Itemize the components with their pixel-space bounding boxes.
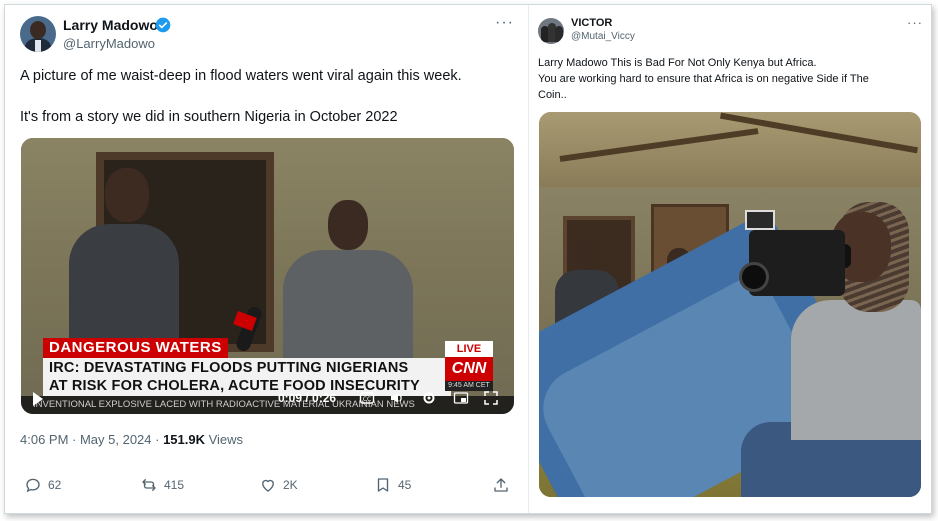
tweet-timestamp[interactable]: 4:06 PM · May 5, 2024 · xyxy=(20,432,163,447)
news-ticker: INVENTIONAL EXPLOSIVE LACED WITH RADIOAC… xyxy=(21,396,514,414)
tweet-text-line-1: A picture of me waist-deep in flood wate… xyxy=(20,68,462,84)
author-name[interactable]: Larry Madowo xyxy=(63,17,158,33)
author-handle[interactable]: @Mutai_Viccy xyxy=(571,31,635,42)
avatar[interactable] xyxy=(20,16,56,52)
picture-in-picture-icon[interactable] xyxy=(453,390,469,406)
views-label: Views xyxy=(205,432,244,447)
repost-count: 415 xyxy=(164,478,185,492)
bookmark-icon xyxy=(377,478,389,492)
heart-icon xyxy=(262,479,274,492)
tweet-photo[interactable] xyxy=(539,112,921,497)
like-count: 2K xyxy=(283,478,298,492)
repost-button[interactable]: 415 xyxy=(140,475,184,495)
verified-badge-icon xyxy=(155,17,171,33)
video-time: 0:09 / 0:26 xyxy=(278,391,337,405)
share-button[interactable] xyxy=(492,475,516,495)
reply-button[interactable]: 62 xyxy=(24,475,61,495)
repost-icon xyxy=(142,479,156,491)
fullscreen-icon[interactable] xyxy=(483,390,499,406)
tweet-text-line-1: Larry Madowo This is Bad For Not Only Ke… xyxy=(538,57,817,69)
views-count: 151.9K xyxy=(163,432,205,447)
captions-icon[interactable]: CC xyxy=(359,390,375,406)
news-tag: DANGEROUS WATERS xyxy=(43,338,228,358)
more-options-icon[interactable]: ··· xyxy=(495,14,514,32)
reply-count: 62 xyxy=(48,478,62,492)
tweet-text-line-3: Coin.. xyxy=(538,89,567,101)
tweet-victor[interactable]: VICTOR @Mutai_Viccy ··· Larry Madowo Thi… xyxy=(529,5,932,513)
video-player[interactable]: DANGEROUS WATERS IRC: DEVASTATING FLOODS… xyxy=(21,138,514,414)
live-badge: LIVE xyxy=(445,341,493,357)
settings-gear-icon[interactable] xyxy=(421,390,437,406)
more-options-icon[interactable]: ··· xyxy=(907,15,923,30)
tweet-text-line-2: You are working hard to ensure that Afri… xyxy=(538,73,869,85)
play-icon[interactable] xyxy=(33,392,43,406)
author-handle[interactable]: @LarryMadowo xyxy=(63,36,155,51)
tweet-larry-madowo[interactable]: Larry Madowo @LarryMadowo ··· A picture … xyxy=(5,5,526,513)
tweet-action-bar: 62 415 2K 45 xyxy=(5,475,526,497)
volume-icon[interactable] xyxy=(389,390,405,406)
bookmark-count: 45 xyxy=(398,478,412,492)
author-name[interactable]: VICTOR xyxy=(571,17,612,29)
bookmark-button[interactable]: 45 xyxy=(374,475,411,495)
headline-line-1: IRC: DEVASTATING FLOODS PUTTING NIGERIAN… xyxy=(49,360,409,376)
avatar[interactable] xyxy=(538,18,564,44)
tweet-text-line-2: It's from a story we did in southern Nig… xyxy=(20,109,398,125)
news-lower-third: DANGEROUS WATERS IRC: DEVASTATING FLOODS… xyxy=(21,338,514,414)
cnn-logo: CNN xyxy=(445,357,493,381)
reply-icon xyxy=(26,478,40,493)
share-icon xyxy=(494,478,508,492)
like-button[interactable]: 2K xyxy=(259,475,298,495)
svg-text:CC: CC xyxy=(363,396,371,403)
tweet-metadata: 4:06 PM · May 5, 2024 · 151.9K Views xyxy=(20,432,243,447)
